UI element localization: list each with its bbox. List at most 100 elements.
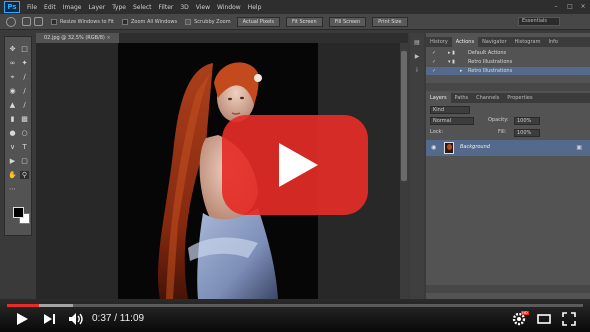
opacity-field[interactable]: 100%: [514, 117, 540, 125]
healing-brush-icon[interactable]: ◉: [8, 87, 17, 95]
layer-thumbnail: [444, 142, 454, 154]
visibility-eye-icon[interactable]: ◉: [431, 144, 436, 151]
tab-actions[interactable]: Actions: [451, 37, 479, 47]
options-bar: Resize Windows to Fit Zoom All Windows S…: [0, 14, 590, 30]
checkbox-box: [185, 18, 192, 25]
layers-panel-footer: [426, 285, 590, 293]
move-tool-icon[interactable]: ✥: [8, 45, 17, 53]
menu-edit[interactable]: Edit: [44, 4, 56, 11]
volume-icon[interactable]: [68, 312, 84, 326]
tab-navigator[interactable]: Navigator: [478, 37, 510, 47]
fill-screen-button[interactable]: Fill Screen: [328, 16, 367, 27]
tab-layers[interactable]: Layers: [426, 93, 451, 103]
eyedropper-icon[interactable]: ∕: [20, 73, 29, 81]
opacity-label: Opacity:: [488, 117, 509, 123]
layer-kind-filter[interactable]: Kind: [430, 106, 470, 114]
check-icon[interactable]: ✓: [432, 49, 436, 57]
menu-view[interactable]: View: [196, 4, 210, 11]
menu-window[interactable]: Window: [217, 4, 241, 11]
action-label: Default Actions: [468, 50, 507, 56]
menu-file[interactable]: File: [27, 4, 37, 11]
minimize-icon[interactable]: –: [552, 3, 560, 10]
played-bar: [7, 304, 40, 307]
workspace-select[interactable]: Essentials: [518, 17, 560, 26]
actions-panel-icon[interactable]: ▶: [413, 53, 421, 61]
resize-windows-checkbox[interactable]: Resize Windows to Fit: [51, 18, 114, 25]
clone-stamp-icon[interactable]: ▲: [8, 101, 17, 109]
fill-field[interactable]: 100%: [514, 129, 540, 137]
lock-icon: ▣: [576, 144, 582, 151]
tab-history[interactable]: History: [426, 37, 452, 47]
menu-filter[interactable]: Filter: [159, 4, 174, 11]
youtube-play-button[interactable]: [222, 115, 368, 215]
action-set-retro[interactable]: ✓ ▾ ▮ Retro Illustrations: [426, 58, 590, 66]
action-set-default[interactable]: ✓ ▸ ▮ Default Actions: [426, 49, 590, 57]
tab-close-icon[interactable]: ×: [106, 35, 110, 41]
document-tab-bar: 02.jpg @ 32,5% (RGB/8) ×: [36, 33, 408, 43]
document-scrollbar[interactable]: [400, 43, 408, 299]
crop-tool-icon[interactable]: ⌖: [8, 73, 17, 81]
photoshop-logo: Ps: [4, 1, 20, 13]
fullscreen-icon[interactable]: [562, 312, 576, 326]
zoom-in-icon[interactable]: [22, 17, 31, 26]
brush-tool-icon[interactable]: ∕: [20, 87, 29, 95]
menu-image[interactable]: Image: [63, 4, 82, 11]
blend-mode-select[interactable]: Normal: [430, 117, 474, 125]
history-panel-icon[interactable]: ▤: [413, 39, 421, 47]
menu-select[interactable]: Select: [133, 4, 152, 11]
fit-screen-button[interactable]: Fit Screen: [286, 16, 323, 27]
layer-background[interactable]: ◉ Background ▣: [426, 140, 590, 156]
shape-tool-icon[interactable]: ▢: [20, 157, 29, 165]
menu-bar: Ps File Edit Image Layer Type Select Fil…: [0, 0, 590, 14]
document-tab[interactable]: 02.jpg @ 32,5% (RGB/8) ×: [36, 33, 119, 43]
tab-properties[interactable]: Properties: [503, 93, 536, 103]
play-icon[interactable]: [15, 312, 29, 326]
zoom-all-checkbox[interactable]: Zoom All Windows: [122, 18, 177, 25]
zoom-tool-icon[interactable]: [6, 16, 16, 27]
document-tab-label: 02.jpg @ 32,5% (RGB/8): [44, 35, 105, 41]
check-icon[interactable]: ✓: [432, 58, 436, 66]
folder-icon: ▾ ▮: [448, 59, 455, 65]
zoom-tool-icon[interactable]: ⚲: [20, 171, 29, 179]
dodge-tool-icon[interactable]: ○: [20, 129, 29, 137]
gradient-tool-icon[interactable]: ▩: [20, 115, 29, 123]
zoom-out-icon[interactable]: [34, 17, 43, 26]
time-display: 0:37 / 11:09: [92, 313, 145, 324]
marquee-tool-icon[interactable]: □: [20, 45, 29, 53]
hand-tool-icon[interactable]: ✋: [8, 171, 17, 179]
menu-3d[interactable]: 3D: [180, 4, 188, 11]
foreground-color-swatch[interactable]: [13, 207, 24, 218]
pen-tool-icon[interactable]: ∨: [8, 143, 17, 151]
theater-mode-icon[interactable]: [537, 312, 551, 326]
history-brush-icon[interactable]: ∕: [20, 101, 29, 109]
tab-histogram[interactable]: Histogram: [511, 37, 545, 47]
check-icon[interactable]: ✓: [432, 67, 436, 75]
path-select-icon[interactable]: ▶: [8, 157, 17, 165]
type-tool-icon[interactable]: T: [20, 143, 29, 151]
info-panel-icon[interactable]: i: [413, 67, 421, 75]
progress-bar[interactable]: [7, 304, 583, 307]
next-icon[interactable]: [43, 312, 57, 326]
menu-type[interactable]: Type: [112, 4, 126, 11]
eraser-icon[interactable]: ▮: [8, 115, 17, 123]
checkbox-box: [122, 18, 128, 25]
lasso-tool-icon[interactable]: ∞: [8, 59, 17, 67]
menu-help[interactable]: Help: [248, 4, 262, 11]
magic-wand-icon[interactable]: ✦: [20, 59, 29, 67]
action-retro-selected[interactable]: ✓ ▸ Retro Illustrations: [426, 67, 590, 75]
tab-paths[interactable]: Paths: [451, 93, 473, 103]
more-tools-icon[interactable]: ⋯: [8, 185, 17, 193]
collapsed-panel-dock: ▤ ▶ i: [410, 33, 424, 299]
tab-channels[interactable]: Channels: [472, 93, 503, 103]
scrubby-zoom-label: Scrubby Zoom: [194, 18, 231, 25]
actual-pixels-button[interactable]: Actual Pixels: [236, 16, 281, 27]
lock-label: Lock:: [430, 129, 444, 135]
scrubby-zoom-checkbox[interactable]: Scrubby Zoom: [185, 18, 231, 25]
print-size-button[interactable]: Print Size: [372, 16, 408, 27]
scrollbar-thumb[interactable]: [401, 51, 407, 181]
tab-info[interactable]: Info: [544, 37, 561, 47]
menu-layer[interactable]: Layer: [88, 4, 105, 11]
blur-tool-icon[interactable]: ●: [8, 129, 17, 137]
close-icon[interactable]: ×: [579, 3, 587, 10]
maximize-icon[interactable]: □: [566, 3, 574, 10]
